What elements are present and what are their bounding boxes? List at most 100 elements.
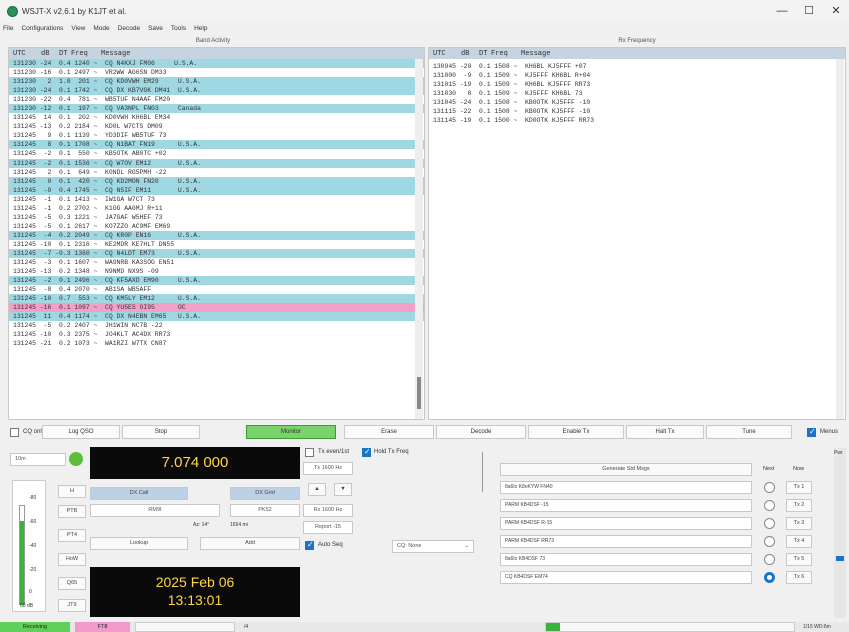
- menu-mode[interactable]: Mode: [93, 25, 109, 32]
- decode-row[interactable]: 131230 -24 0.1 1742 ~ CQ DX KB7VGK DM41 …: [9, 86, 424, 96]
- rx-frequency-spinbox[interactable]: Rx 1600 Hz: [303, 504, 353, 517]
- rx-decode-row[interactable]: 131030 8 0.1 1509 ~ KJ5FFF KH6BL 73: [429, 89, 845, 98]
- tx-now-button[interactable]: Tx 6: [786, 571, 812, 584]
- next-radio[interactable]: [764, 572, 775, 583]
- auto-seq-checkbox[interactable]: [305, 540, 314, 550]
- tx-message-field[interactable]: PARM KB4DSF R-15: [500, 517, 752, 530]
- rx-decode-row[interactable]: 130945 -20 0.1 1508 ~ KH6BL KJ5FFF +07: [429, 62, 845, 71]
- minimize-button[interactable]: —: [770, 3, 794, 19]
- dx-grid-field[interactable]: PK52: [230, 504, 300, 517]
- decode-row[interactable]: 131245 -21 0.2 1073 ~ WA1RZI W7TX CN87: [9, 339, 424, 348]
- add-button[interactable]: Add: [200, 537, 300, 550]
- decode-row[interactable]: 131245 -10 0.3 2375 ~ JO4KLT AC4DX RR73: [9, 330, 424, 339]
- report-spinbox[interactable]: Report -15: [303, 521, 353, 534]
- rx-decode-row[interactable]: 131015 -19 0.1 1509 ~ KH6BL KJ5FFF RR73: [429, 80, 845, 89]
- rx-decode-row[interactable]: 131145 -19 0.1 1500 ~ KD0OTK KJ5FFF RR73: [429, 116, 845, 125]
- decode-row[interactable]: 131230 2 1.0 201 ~ CQ KD0VWH EM29 U.S.A.: [9, 77, 424, 87]
- decode-row[interactable]: 131245 2 0.1 649 ~ K0NDL RG5PMH -22: [9, 168, 424, 177]
- decode-row[interactable]: 131245 -13 0.2 2184 ~ KD0L W7CTS DM09: [9, 122, 424, 131]
- cq-select[interactable]: CQ: None ⌄: [392, 540, 474, 553]
- menu-save[interactable]: Save: [148, 25, 163, 32]
- log-qso-button[interactable]: Log QSO: [42, 425, 120, 439]
- band-select[interactable]: 10m: [10, 453, 66, 466]
- decode-row[interactable]: 131245 -2 0.1 2496 ~ CQ KF5AXD EM90 U.S.…: [9, 276, 424, 286]
- tx-now-button[interactable]: Tx 4: [786, 535, 812, 548]
- decode-row[interactable]: 131245 -9 0.4 1745 ~ CQ N5IF EM11 U.S.A.: [9, 185, 424, 195]
- erase-button[interactable]: Erase: [344, 425, 434, 439]
- tx-message-field[interactable]: 8a6lo KB4DSF 73: [500, 553, 752, 566]
- maximize-button[interactable]: ☐: [797, 3, 821, 19]
- side-button-h[interactable]: H: [58, 485, 86, 498]
- decode-row[interactable]: 131245 9 0.1 1139 ~ YD3DIF WB5TUF 73: [9, 131, 424, 140]
- monitor-button[interactable]: Monitor: [246, 425, 336, 439]
- tx-frequency-spinbox[interactable]: Tx 1600 Hz: [303, 462, 353, 475]
- decode-row[interactable]: 131245 -10 0.1 2316 ~ KE2MDR KE7HLT DN55: [9, 240, 424, 249]
- decode-row[interactable]: 131230 -16 0.1 2497 ~ VR2WW AG6SN DM33: [9, 68, 424, 77]
- decode-row[interactable]: 131245 -2 0.1 1536 ~ CQ W7OV EM12 U.S.A.: [9, 158, 424, 168]
- tx-message-field[interactable]: CQ KB4DSF EM74: [500, 571, 752, 584]
- halt-tx-button[interactable]: Halt Tx: [626, 425, 704, 439]
- tx-now-button[interactable]: Tx 5: [786, 553, 812, 566]
- decode-row[interactable]: 131245 8 0.1 1708 ~ CQ N1BAT FN19 U.S.A.: [9, 140, 424, 150]
- cq-only-checkbox[interactable]: [10, 428, 19, 437]
- decode-row[interactable]: 131245 -1 0.2 2702 ~ K1GG AA0MJ R+11: [9, 204, 424, 213]
- rx-scrollbar[interactable]: [836, 59, 844, 419]
- menu-tools[interactable]: Tools: [171, 25, 186, 32]
- tx-now-button[interactable]: Tx 1: [786, 481, 812, 494]
- next-radio[interactable]: [764, 500, 775, 511]
- menu-decode[interactable]: Decode: [118, 25, 140, 32]
- decode-row[interactable]: 131230 -12 0.1 197 ~ CQ VA3NPL FN03 Cana…: [9, 104, 424, 114]
- tx-message-field[interactable]: 8a6lo K8oKYW FN40: [500, 481, 752, 494]
- tx-message-field[interactable]: PARM KB4DSF -15: [500, 499, 752, 512]
- stop-button[interactable]: Stop: [122, 425, 200, 439]
- tx-even-checkbox[interactable]: [305, 448, 314, 457]
- decode-row[interactable]: 131245 11 0.4 1174 ~ CQ DX N4EBN EM65 U.…: [9, 312, 424, 322]
- rx-decode-row[interactable]: 131115 -22 0.1 1508 ~ KB0OTK KJ5FFF -10: [429, 107, 845, 116]
- tx-up-button[interactable]: ▲: [308, 483, 326, 496]
- menus-checkbox[interactable]: [807, 427, 816, 437]
- decode-row[interactable]: 131245 -8 0.4 2070 ~ AB1SA WB5AFF: [9, 285, 424, 294]
- scroll-thumb[interactable]: [417, 377, 421, 409]
- side-button-pt4[interactable]: PT4: [58, 529, 86, 542]
- band-activity-scrollbar[interactable]: [415, 59, 423, 419]
- decode-row[interactable]: 131245 -4 0.2 2049 ~ CQ KR0P EN16 U.S.A.: [9, 230, 424, 240]
- decode-row[interactable]: 131245 -3 0.1 1607 ~ WA9NRB KA3SOG EN51: [9, 258, 424, 267]
- decode-row[interactable]: 131230 -22 0.4 781 ~ WB5TUF N4AAF FM20: [9, 95, 424, 104]
- band-activity-pane[interactable]: UTC dB DT Freq Message 131230 -24 0.4 12…: [8, 47, 425, 420]
- rx-decode-row[interactable]: 131000 -9 0.1 1509 ~ KJ5FFF KH6BL R+04: [429, 71, 845, 80]
- next-radio[interactable]: [764, 554, 775, 565]
- side-button-ptb[interactable]: PTB: [58, 505, 86, 518]
- decode-button[interactable]: Decode: [436, 425, 526, 439]
- tx-now-button[interactable]: Tx 3: [786, 517, 812, 530]
- menu-help[interactable]: Help: [194, 25, 207, 32]
- tx-down-button[interactable]: ▼: [334, 483, 352, 496]
- rx-frequency-pane[interactable]: UTC dB DT Freq Message 130945 -20 0.1 15…: [428, 47, 846, 420]
- side-button-jt9[interactable]: JT9: [58, 599, 86, 612]
- generate-std-msgs-button[interactable]: Generate Std Msgs: [500, 463, 752, 476]
- decode-row[interactable]: 131245 0 0.1 420 ~ CQ KD2MON FN20 U.S.A.: [9, 176, 424, 186]
- hold-tx-freq-checkbox[interactable]: [362, 447, 371, 457]
- decode-row[interactable]: 131245 -13 0.2 1348 ~ N9NMD NX9S -09: [9, 267, 424, 276]
- decode-row[interactable]: 131245 -7 -0.3 1360 ~ CQ N4LDT EM73 U.S.…: [9, 248, 424, 259]
- next-radio[interactable]: [764, 482, 775, 493]
- lookup-button[interactable]: Lookup: [90, 537, 188, 550]
- next-radio[interactable]: [764, 518, 775, 529]
- menu-configurations[interactable]: Configurations: [21, 25, 63, 32]
- side-button-q65[interactable]: Q65: [58, 577, 86, 590]
- enable-tx-button[interactable]: Enable Tx: [528, 425, 624, 439]
- tx-now-button[interactable]: Tx 2: [786, 499, 812, 512]
- tune-button[interactable]: Tune: [706, 425, 792, 439]
- decode-row[interactable]: 131230 -24 0.4 1240 ~ CQ N4KXJ FM06 U.S.…: [9, 59, 424, 69]
- decode-row[interactable]: 131245 -10 0.7 553 ~ CQ KM5LY EM12 U.S.A…: [9, 294, 424, 304]
- decode-row[interactable]: 131245 -5 0.3 1221 ~ JA7GAF W5HEF 73: [9, 213, 424, 222]
- decode-row[interactable]: 131245 -1 0.1 1413 ~ IW1GA W7CT 73: [9, 195, 424, 204]
- menu-view[interactable]: View: [71, 25, 85, 32]
- side-button-how[interactable]: HoW: [58, 553, 86, 566]
- tx-message-field[interactable]: PARM KB4DSF RR73: [500, 535, 752, 548]
- rx-decode-row[interactable]: 131045 -24 0.1 1508 ~ KB0OTK KJ5FFF -10: [429, 98, 845, 107]
- decode-row[interactable]: 131245 -5 0.1 2617 ~ KO7ZZO AC9MF EM69: [9, 222, 424, 231]
- decode-row[interactable]: 131245 -5 0.2 2407 ~ JH1WIN NC7B -22: [9, 321, 424, 330]
- power-slider-handle[interactable]: [836, 556, 844, 561]
- close-button[interactable]: ✕: [824, 3, 848, 19]
- dx-call-field[interactable]: RM9I: [90, 504, 220, 517]
